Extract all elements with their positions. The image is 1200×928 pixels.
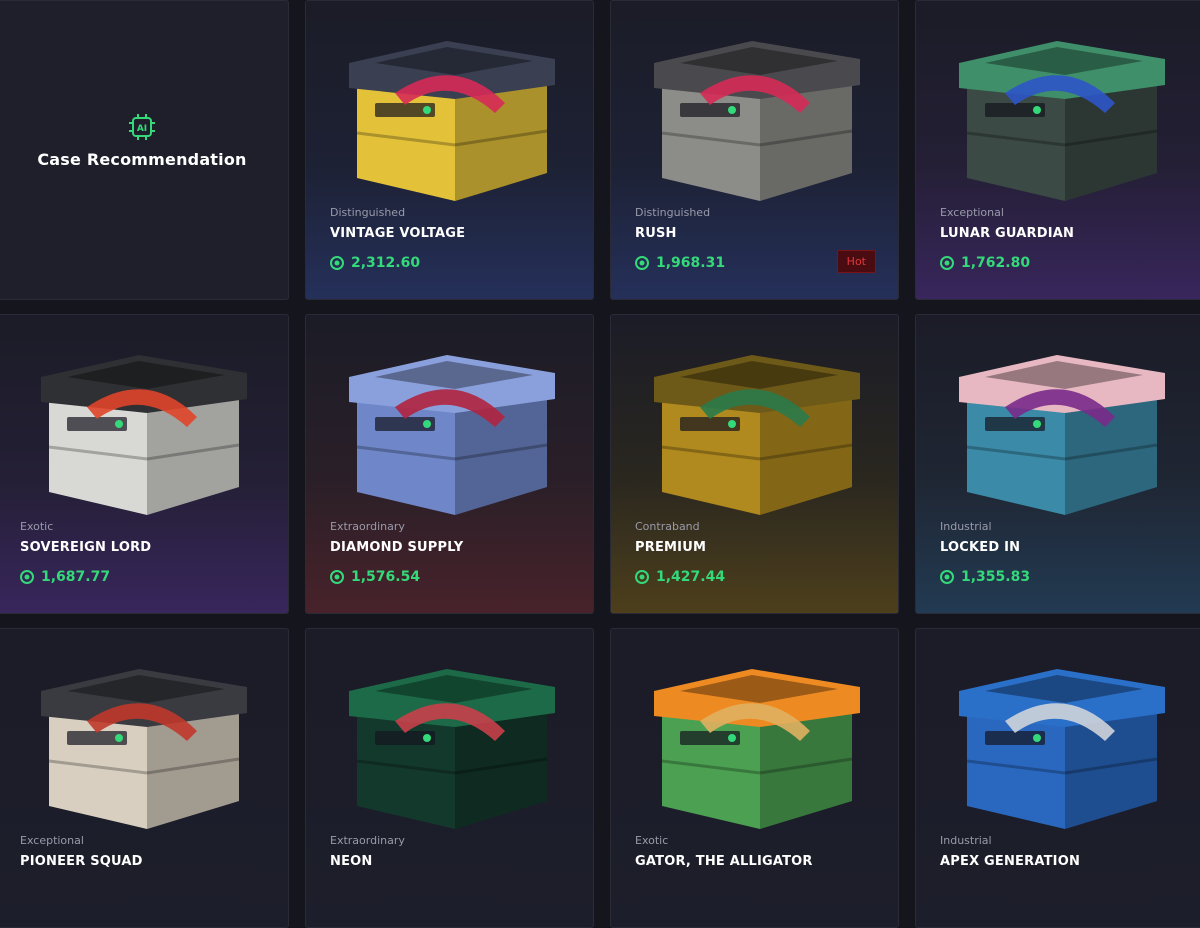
case-price: 1,355.83 xyxy=(940,569,1030,585)
case-name: LUNAR GUARDIAN xyxy=(940,226,1075,241)
case-image xyxy=(958,355,1165,515)
hot-badge: Hot xyxy=(836,250,876,273)
case-name: LOCKED IN xyxy=(940,540,1021,555)
case-rarity: Exceptional xyxy=(20,834,84,847)
case-info: Exotic GATOR, THE ALLIGATOR xyxy=(635,834,813,869)
case-card[interactable]: Exceptional PIONEER SQUAD xyxy=(0,628,289,928)
case-price-value: 2,312.60 xyxy=(351,255,421,271)
case-card[interactable]: Distinguished VINTAGE VOLTAGE 2,312.60 xyxy=(305,0,594,300)
case-price-value: 1,762.80 xyxy=(961,255,1031,271)
case-image xyxy=(653,41,860,201)
case-info: Distinguished RUSH 1,968.31 xyxy=(635,206,725,271)
case-recommendation-tile[interactable]: AI Case Recommendation xyxy=(0,0,289,300)
case-card[interactable]: Contraband PREMIUM 1,427.44 xyxy=(610,314,899,614)
case-card[interactable]: Distinguished RUSH 1,968.31 Hot xyxy=(610,0,899,300)
case-card[interactable]: Industrial APEX GENERATION xyxy=(915,628,1200,928)
case-price: 1,427.44 xyxy=(635,569,725,585)
coin-icon xyxy=(635,570,649,584)
coin-icon xyxy=(940,570,954,584)
coin-icon xyxy=(330,570,344,584)
case-image xyxy=(653,355,860,515)
case-name: PREMIUM xyxy=(635,540,707,555)
case-price-value: 1,355.83 xyxy=(961,569,1031,585)
case-rarity: Distinguished xyxy=(635,206,711,219)
case-rarity: Exceptional xyxy=(940,206,1004,219)
case-card[interactable]: Exotic SOVEREIGN LORD 1,687.77 xyxy=(0,314,289,614)
case-image xyxy=(41,669,247,829)
case-info: Industrial LOCKED IN 1,355.83 xyxy=(940,520,1030,585)
coin-icon xyxy=(940,256,954,270)
case-price-value: 1,687.77 xyxy=(41,569,111,585)
case-info: Contraband PREMIUM 1,427.44 xyxy=(635,520,725,585)
coin-icon xyxy=(635,256,649,270)
case-rarity: Industrial xyxy=(940,834,992,847)
coin-icon xyxy=(20,570,34,584)
case-info: Extraordinary NEON xyxy=(330,834,405,869)
case-image xyxy=(348,355,555,515)
case-price-value: 1,427.44 xyxy=(656,569,726,585)
case-rarity: Industrial xyxy=(940,520,992,533)
ai-badge-text: AI xyxy=(137,124,147,134)
case-name: SOVEREIGN LORD xyxy=(20,540,152,555)
case-rarity: Distinguished xyxy=(330,206,406,219)
case-image xyxy=(958,41,1165,201)
case-card[interactable]: Extraordinary NEON xyxy=(305,628,594,928)
case-image xyxy=(348,669,555,829)
case-image xyxy=(348,41,555,201)
case-price: 2,312.60 xyxy=(330,255,465,271)
case-name: RUSH xyxy=(635,226,677,241)
coin-icon xyxy=(330,256,344,270)
case-card[interactable]: Exceptional LUNAR GUARDIAN 1,762.80 xyxy=(915,0,1200,300)
case-rarity: Extraordinary xyxy=(330,520,405,533)
case-rarity: Exotic xyxy=(635,834,669,847)
case-card[interactable]: Extraordinary DIAMOND SUPPLY 1,576.54 xyxy=(305,314,594,614)
case-price: 1,576.54 xyxy=(330,569,463,585)
case-name: DIAMOND SUPPLY xyxy=(330,540,464,555)
recommendation-title: Case Recommendation xyxy=(37,149,247,169)
case-grid: AI Case Recommendation Distinguished VINT… xyxy=(0,0,1200,928)
case-name: APEX GENERATION xyxy=(940,854,1081,869)
case-rarity: Extraordinary xyxy=(330,834,405,847)
case-image xyxy=(958,669,1165,829)
case-info: Exceptional PIONEER SQUAD xyxy=(20,834,143,869)
case-image xyxy=(41,355,247,515)
case-name: GATOR, THE ALLIGATOR xyxy=(635,854,813,869)
case-info: Distinguished VINTAGE VOLTAGE 2,312.60 xyxy=(330,206,465,271)
case-price: 1,762.80 xyxy=(940,255,1074,271)
case-info: Extraordinary DIAMOND SUPPLY 1,576.54 xyxy=(330,520,463,585)
case-name: VINTAGE VOLTAGE xyxy=(330,226,466,241)
case-name: NEON xyxy=(330,854,373,869)
case-info: Industrial APEX GENERATION xyxy=(940,834,1080,869)
case-rarity: Contraband xyxy=(635,520,700,533)
case-card[interactable]: Industrial LOCKED IN 1,355.83 xyxy=(915,314,1200,614)
case-card[interactable]: Exotic GATOR, THE ALLIGATOR xyxy=(610,628,899,928)
case-info: Exotic SOVEREIGN LORD 1,687.77 xyxy=(20,520,151,585)
ai-chip-icon: AI xyxy=(129,113,155,140)
case-info: Exceptional LUNAR GUARDIAN 1,762.80 xyxy=(940,206,1074,271)
case-rarity: Exotic xyxy=(20,520,54,533)
case-price-value: 1,968.31 xyxy=(656,255,726,271)
case-price: 1,687.77 xyxy=(20,569,151,585)
case-price: 1,968.31 xyxy=(635,255,725,271)
case-name: PIONEER SQUAD xyxy=(20,854,143,869)
case-image xyxy=(653,669,860,829)
case-price-value: 1,576.54 xyxy=(351,569,421,585)
